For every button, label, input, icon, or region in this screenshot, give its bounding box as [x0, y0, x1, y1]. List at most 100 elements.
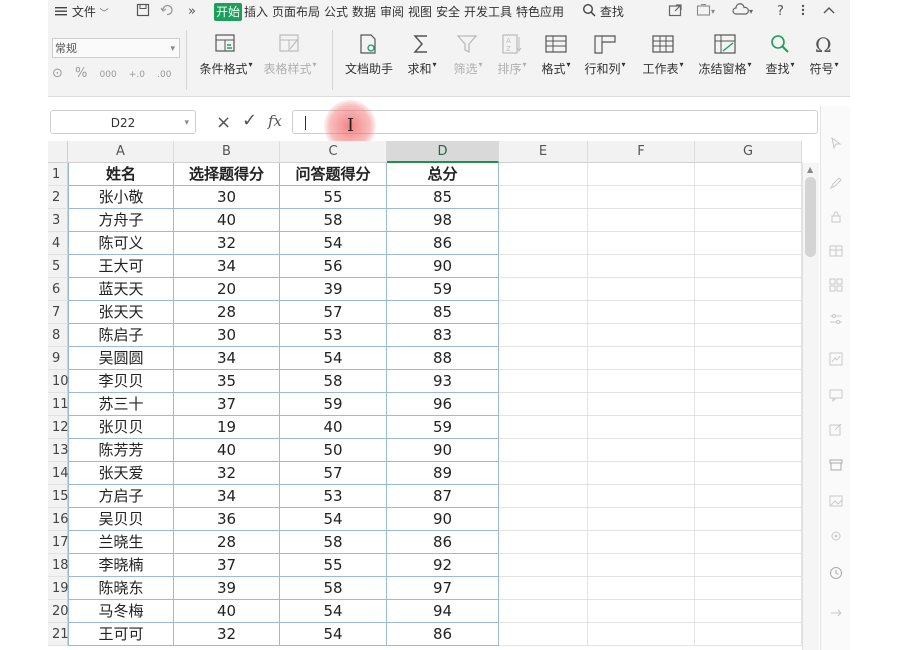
table-cell[interactable]	[695, 462, 802, 485]
table-cell[interactable]	[499, 485, 588, 508]
table-cell[interactable]	[695, 186, 802, 209]
table-cell[interactable]: 90	[387, 508, 499, 531]
table-cell[interactable]: 93	[387, 370, 499, 393]
table-cell[interactable]: 53	[280, 324, 387, 347]
table-cell[interactable]	[499, 416, 588, 439]
row-header[interactable]: 18	[48, 554, 69, 577]
table-cell[interactable]	[695, 393, 802, 416]
table-cell[interactable]	[695, 209, 802, 232]
expand-icon[interactable]	[829, 606, 843, 620]
table-cell[interactable]: 陈启子	[68, 324, 174, 347]
table-cell[interactable]: 54	[280, 347, 387, 370]
table-cell[interactable]	[499, 370, 588, 393]
row-header[interactable]: 14	[48, 462, 69, 485]
tab-home[interactable]: 开始	[214, 3, 243, 21]
insert-function-icon[interactable]: fx	[268, 112, 282, 130]
row-header[interactable]: 8	[48, 324, 68, 347]
table-cell[interactable]	[499, 623, 588, 646]
name-box[interactable]: D22 ▾	[50, 110, 196, 134]
table-cell[interactable]: 28	[174, 531, 280, 554]
table-cell[interactable]: 58	[280, 209, 387, 232]
table-cell[interactable]: 53	[280, 485, 387, 508]
cancel-formula-icon[interactable]: ×	[216, 112, 231, 133]
table-cell[interactable]: 30	[174, 186, 280, 209]
table-cell[interactable]: 马冬梅	[68, 600, 174, 623]
decrease-decimal-button[interactable]: .00	[157, 70, 171, 80]
table-cell[interactable]	[588, 301, 695, 324]
table-cell[interactable]	[695, 301, 802, 324]
table-cell[interactable]	[695, 416, 802, 439]
table-cell[interactable]	[588, 577, 695, 600]
cloud-sync-icon[interactable]: ▾	[732, 3, 756, 21]
table-cell[interactable]: 32	[174, 462, 280, 485]
table-cell[interactable]	[499, 347, 588, 370]
table-cell[interactable]: 92	[387, 554, 499, 577]
table-cell[interactable]: 陈晓东	[68, 577, 174, 600]
table-cell[interactable]	[588, 531, 695, 554]
table-cell[interactable]: 39	[174, 577, 280, 600]
table-cell[interactable]: 94	[387, 600, 499, 623]
header-cell[interactable]: 总分	[387, 163, 499, 186]
search-button[interactable]: 查找	[582, 3, 624, 21]
table-cell[interactable]	[588, 347, 695, 370]
table-cell[interactable]	[588, 324, 695, 347]
table-cell[interactable]	[499, 255, 588, 278]
row-col-button[interactable]: 行和列▾	[580, 32, 630, 77]
table-cell[interactable]: 李贝贝	[68, 370, 174, 393]
table-cell[interactable]: 陈可义	[68, 232, 174, 255]
table-cell[interactable]: 59	[387, 416, 499, 439]
find-button[interactable]: 查找▾	[760, 32, 800, 77]
table-cell[interactable]: 张天爱	[68, 462, 174, 485]
table-cell[interactable]: 32	[174, 623, 280, 646]
table-cell[interactable]: 96	[387, 393, 499, 416]
increase-decimal-button[interactable]: +.0	[129, 70, 145, 80]
table-cell[interactable]: 98	[387, 209, 499, 232]
table-cell[interactable]: 56	[280, 255, 387, 278]
tab-insert[interactable]: 插入	[244, 3, 268, 21]
table-cell[interactable]: 40	[174, 600, 280, 623]
row-header[interactable]: 1	[48, 163, 68, 186]
tab-developer[interactable]: 开发工具	[464, 3, 512, 21]
table-cell[interactable]: 90	[387, 255, 499, 278]
table-cell[interactable]	[499, 278, 588, 301]
table-cell[interactable]: 40	[174, 209, 280, 232]
table-cell[interactable]: 苏三十	[68, 393, 174, 416]
table-cell[interactable]: 87	[387, 485, 499, 508]
table-cell[interactable]	[588, 508, 695, 531]
column-header-d[interactable]: D	[387, 141, 499, 163]
select-all-corner[interactable]	[48, 141, 68, 163]
table-cell[interactable]	[695, 347, 802, 370]
collab-icon[interactable]: ▾	[696, 3, 718, 21]
percent-button[interactable]: %	[75, 66, 87, 81]
tab-formula[interactable]: 公式	[324, 3, 348, 21]
table-cell[interactable]: 86	[387, 531, 499, 554]
table-cell[interactable]: 张贝贝	[68, 416, 174, 439]
header-cell[interactable]	[499, 163, 588, 186]
row-header[interactable]: 12	[48, 416, 69, 439]
table-cell[interactable]: 35	[174, 370, 280, 393]
collapse-ribbon-icon[interactable]	[822, 3, 836, 21]
table-cell[interactable]: 蓝天天	[68, 278, 174, 301]
table-cell[interactable]: 85	[387, 301, 499, 324]
table-cell[interactable]	[499, 531, 588, 554]
table-cell[interactable]	[588, 255, 695, 278]
table-cell[interactable]	[499, 186, 588, 209]
sum-button[interactable]: 求和▾	[402, 32, 442, 77]
edit-icon[interactable]	[829, 176, 843, 190]
table-cell[interactable]	[499, 232, 588, 255]
row-header[interactable]: 11	[48, 393, 69, 416]
table-cell[interactable]	[499, 209, 588, 232]
table-cell[interactable]	[695, 439, 802, 462]
worksheet-button[interactable]: 工作表▾	[638, 32, 688, 77]
table-cell[interactable]: 54	[280, 623, 387, 646]
table-cell[interactable]: 40	[174, 439, 280, 462]
row-header[interactable]: 15	[48, 485, 69, 508]
header-cell[interactable]: 选择题得分	[174, 163, 280, 186]
table-cell[interactable]: 方启子	[68, 485, 174, 508]
table-cell[interactable]: 90	[387, 439, 499, 462]
table-cell[interactable]: 59	[280, 393, 387, 416]
table-cell[interactable]	[588, 439, 695, 462]
column-header-g[interactable]: G	[695, 141, 802, 163]
table-cell[interactable]: 86	[387, 232, 499, 255]
table-cell[interactable]: 32	[174, 232, 280, 255]
